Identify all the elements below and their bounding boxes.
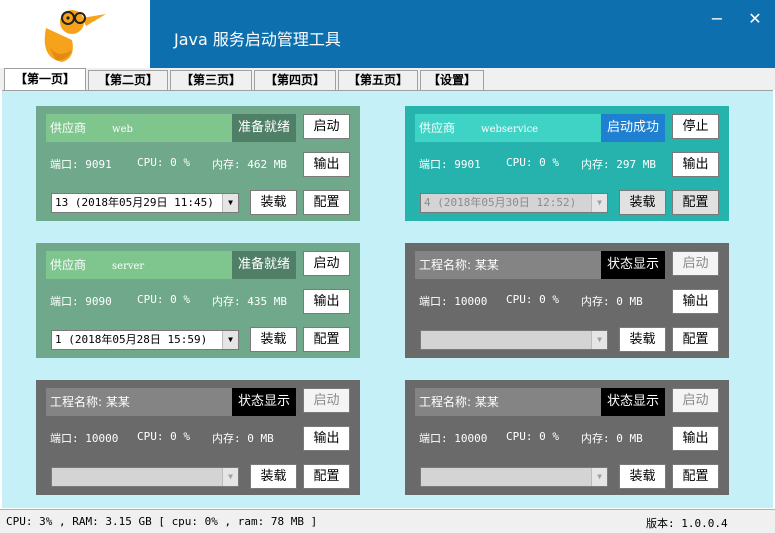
bird-logo-icon (44, 10, 106, 62)
dropdown-arrow-icon: ▼ (591, 331, 607, 349)
resource-usage-text: CPU: 3% , RAM: 3.15 GB [ cpu: 0% , ram: … (6, 515, 318, 528)
version-dropdown[interactable]: 13 (2018年05月29日 11:45) ▼ (51, 193, 239, 213)
output-button[interactable]: 输出 (672, 152, 719, 177)
stop-button[interactable]: 停止 (672, 114, 719, 139)
memory-label: 内存: 435 MB (212, 295, 287, 308)
minimize-button[interactable]: − (706, 10, 728, 28)
tab-page-2[interactable]: 【第二页】 (88, 70, 168, 90)
load-button[interactable]: 装载 (619, 327, 666, 352)
status-indicator: 准备就绪 (232, 114, 296, 142)
tab-page-1[interactable]: 【第一页】 (4, 68, 86, 90)
config-button[interactable]: 配置 (672, 464, 719, 489)
memory-label: 内存: 462 MB (212, 158, 287, 171)
dropdown-arrow-icon: ▼ (591, 468, 607, 486)
cpu-label: CPU: 0 % (137, 430, 190, 443)
version-dropdown[interactable]: 4 (2018年05月30日 12:52) ▼ (420, 193, 608, 213)
cpu-label: CPU: 0 % (506, 156, 559, 169)
panel-header: 工程名称: 某某 (415, 388, 601, 416)
port-label: 端口: 9091 (50, 158, 112, 171)
port-label: 端口: 9090 (50, 295, 112, 308)
version-dropdown[interactable]: 1 (2018年05月28日 15:59) ▼ (51, 330, 239, 350)
panel-header: 工程名称: 某某 (46, 388, 232, 416)
config-button[interactable]: 配置 (303, 190, 350, 215)
tab-content-area: 供应商 web 准备就绪 启动 端口: 9091 CPU: 0 % 内存: 462… (2, 90, 773, 508)
start-button[interactable]: 启动 (303, 114, 350, 139)
load-button[interactable]: 装载 (619, 190, 666, 215)
tab-page-3[interactable]: 【第三页】 (170, 70, 252, 90)
tab-bar: 【第一页】 【第二页】 【第三页】 【第四页】 【第五页】 【设置】 (0, 68, 775, 90)
cpu-label: CPU: 0 % (137, 293, 190, 306)
load-button[interactable]: 装载 (619, 464, 666, 489)
version-dropdown[interactable]: ▼ (51, 467, 239, 487)
config-button[interactable]: 配置 (672, 190, 719, 215)
panel-header: 工程名称: 某某 (415, 251, 601, 279)
start-button[interactable]: 启动 (303, 251, 350, 276)
status-indicator: 启动成功 (601, 114, 665, 142)
app-logo (0, 0, 150, 68)
load-button[interactable]: 装载 (250, 327, 297, 352)
output-button[interactable]: 输出 (672, 289, 719, 314)
title-bar: Java 服务启动管理工具 − ✕ (0, 0, 775, 68)
tab-page-4[interactable]: 【第四页】 (254, 70, 336, 90)
port-label: 端口: 9901 (419, 158, 481, 171)
dropdown-arrow-icon: ▼ (222, 468, 238, 486)
start-button[interactable]: 启动 (303, 388, 350, 413)
dropdown-arrow-icon: ▼ (222, 331, 238, 349)
load-button[interactable]: 装载 (250, 190, 297, 215)
app-title: Java 服务启动管理工具 (174, 30, 341, 49)
cpu-label: CPU: 0 % (506, 430, 559, 443)
tab-settings[interactable]: 【设置】 (420, 70, 484, 90)
output-button[interactable]: 输出 (303, 426, 350, 451)
project-panel-empty: 工程名称: 某某 状态显示 启动 端口: 10000 CPU: 0 % 内存: … (405, 243, 729, 358)
memory-label: 内存: 0 MB (212, 432, 274, 445)
cpu-label: CPU: 0 % (506, 293, 559, 306)
status-indicator: 状态显示 (601, 251, 665, 279)
project-panel-empty: 工程名称: 某某 状态显示 启动 端口: 10000 CPU: 0 % 内存: … (405, 380, 729, 495)
memory-label: 内存: 297 MB (581, 158, 656, 171)
port-label: 端口: 10000 (419, 432, 488, 445)
start-button[interactable]: 启动 (672, 251, 719, 276)
dropdown-arrow-icon: ▼ (591, 194, 607, 212)
service-panel-server: 供应商 server 准备就绪 启动 端口: 9090 CPU: 0 % 内存: … (36, 243, 360, 358)
port-label: 端口: 10000 (50, 432, 119, 445)
dropdown-arrow-icon: ▼ (222, 194, 238, 212)
project-panel-empty: 工程名称: 某某 状态显示 启动 端口: 10000 CPU: 0 % 内存: … (36, 380, 360, 495)
status-indicator: 准备就绪 (232, 251, 296, 279)
panel-header: 供应商 web (46, 114, 232, 142)
memory-label: 内存: 0 MB (581, 295, 643, 308)
config-button[interactable]: 配置 (672, 327, 719, 352)
service-panel-webservice: 供应商 webservice 启动成功 停止 端口: 9901 CPU: 0 % … (405, 106, 729, 221)
port-label: 端口: 10000 (419, 295, 488, 308)
output-button[interactable]: 输出 (672, 426, 719, 451)
panel-header: 供应商 server (46, 251, 232, 279)
config-button[interactable]: 配置 (303, 327, 350, 352)
version-dropdown[interactable]: ▼ (420, 330, 608, 350)
status-bar: CPU: 3% , RAM: 3.15 GB [ cpu: 0% , ram: … (0, 509, 775, 533)
cpu-label: CPU: 0 % (137, 156, 190, 169)
status-indicator: 状态显示 (232, 388, 296, 416)
close-button[interactable]: ✕ (744, 10, 766, 28)
status-indicator: 状态显示 (601, 388, 665, 416)
tab-page-5[interactable]: 【第五页】 (338, 70, 418, 90)
output-button[interactable]: 输出 (303, 289, 350, 314)
config-button[interactable]: 配置 (303, 464, 350, 489)
version-dropdown[interactable]: ▼ (420, 467, 608, 487)
load-button[interactable]: 装载 (250, 464, 297, 489)
panel-header: 供应商 webservice (415, 114, 601, 142)
service-panel-web: 供应商 web 准备就绪 启动 端口: 9091 CPU: 0 % 内存: 462… (36, 106, 360, 221)
memory-label: 内存: 0 MB (581, 432, 643, 445)
output-button[interactable]: 输出 (303, 152, 350, 177)
version-text: 版本: 1.0.0.4 (646, 517, 728, 530)
start-button[interactable]: 启动 (672, 388, 719, 413)
